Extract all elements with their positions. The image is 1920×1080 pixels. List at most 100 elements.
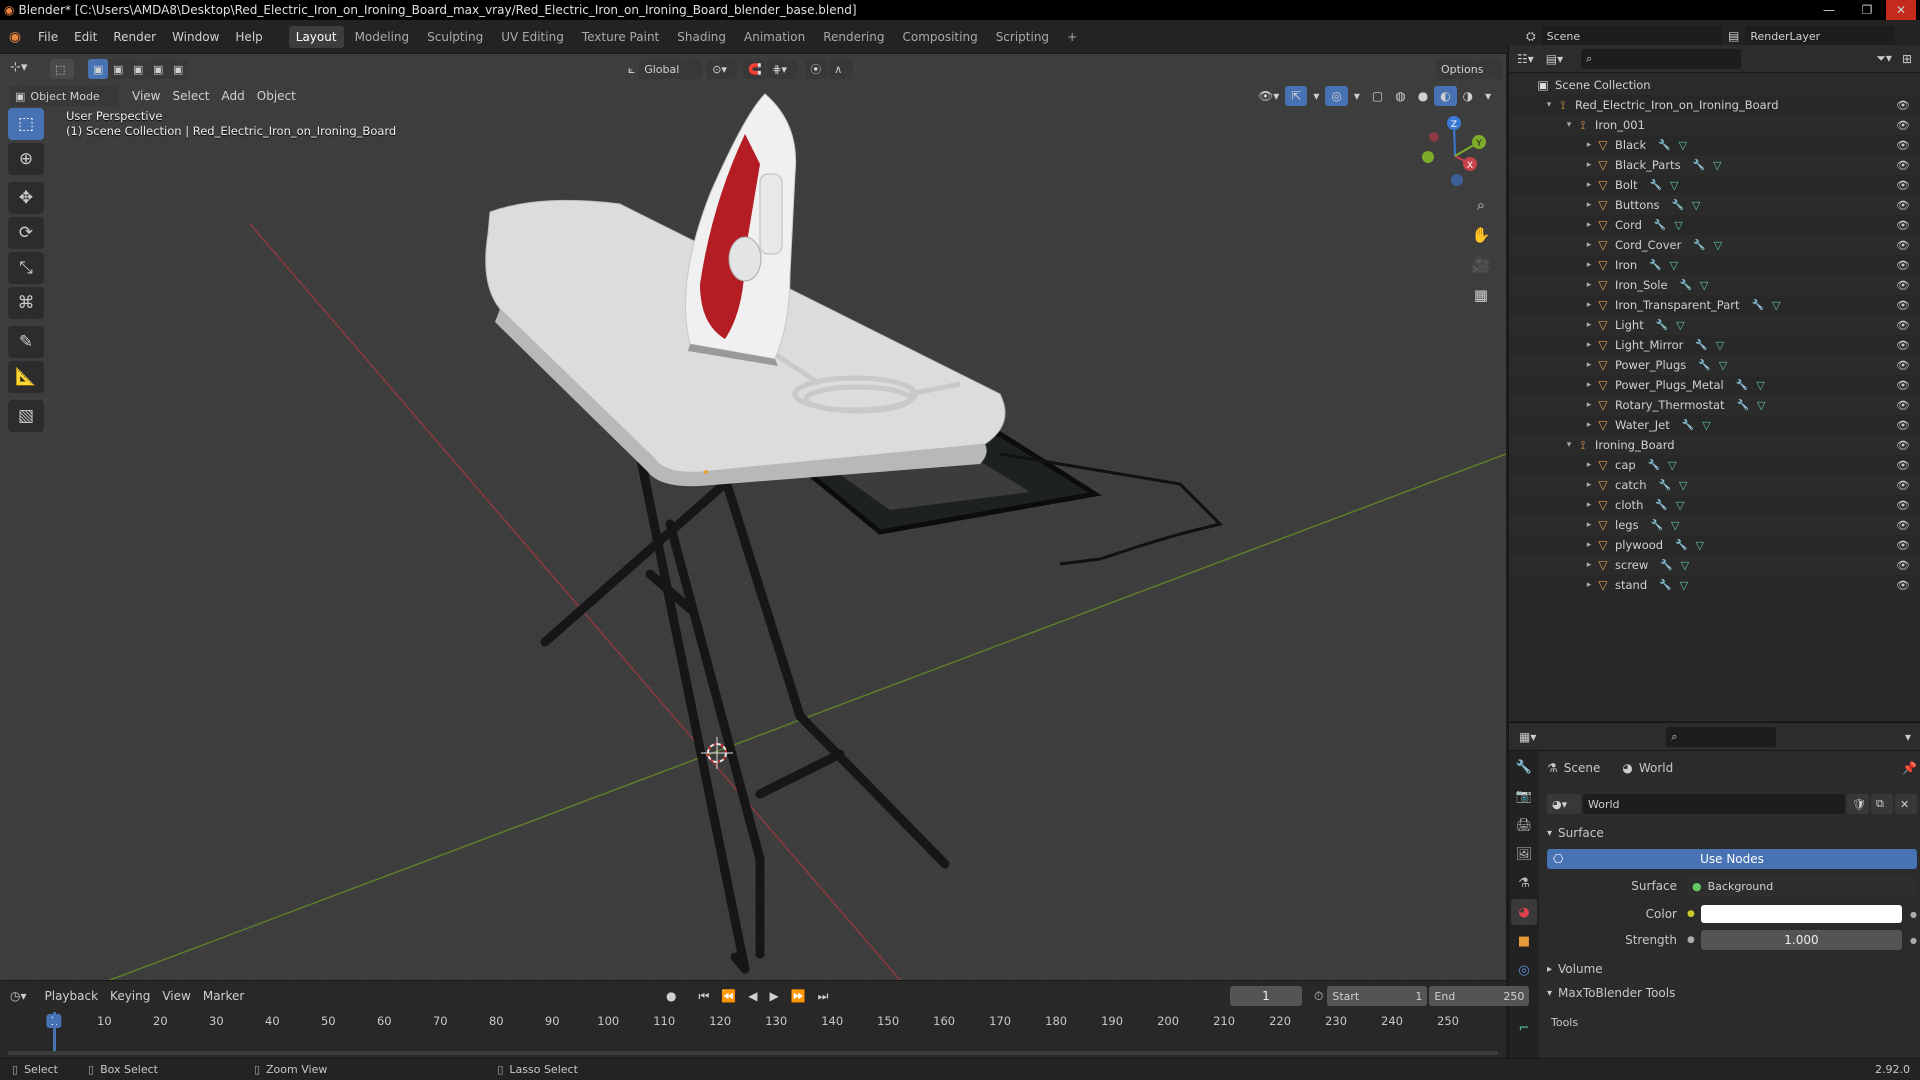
maxtoblender-panel-header[interactable]: ▾ MaxToBlender Tools [1547,983,1917,1003]
mesh-data-icon[interactable]: ▽ [1713,159,1725,172]
outliner-expand-icon[interactable]: ▸ [1583,160,1595,170]
tab-texture-paint[interactable]: Texture Paint [575,26,666,48]
outliner-item[interactable]: ▸ ▽ Power_Plugs_Metal 🔧 ▽ 👁 [1509,375,1920,395]
visibility-eye-icon[interactable]: 👁 [1896,99,1910,112]
physics-tab-icon[interactable]: ◎ [1511,957,1537,983]
filter-icon[interactable]: ⏷▾ [1876,51,1892,66]
menu-edit[interactable]: Edit [66,20,105,54]
gizmo-toggle-icon[interactable]: ⇱ [1285,86,1308,106]
visibility-eye-icon[interactable]: 👁 [1896,279,1910,292]
outliner-expand-icon[interactable]: ▸ [1583,520,1595,530]
outliner-item[interactable]: ▸ ▽ Black_Parts 🔧 ▽ 👁 [1509,155,1920,175]
color-swatch[interactable] [1700,905,1903,923]
modifier-wrench-icon[interactable]: 🔧 [1648,460,1664,471]
keyframe-dot-icon[interactable]: ● [1910,910,1917,919]
tab-animation[interactable]: Animation [737,26,812,48]
mode-new-selection-icon[interactable]: ▣ [88,59,108,79]
mesh-data-icon[interactable]: ▽ [1719,359,1731,372]
mesh-data-icon[interactable]: ▽ [1679,479,1691,492]
maximize-button[interactable]: ❐ [1852,0,1882,20]
outliner-expand-icon[interactable]: ▾ [1563,120,1575,130]
snap-target-icon[interactable]: ⋕▾ [767,59,798,79]
outliner-expand-icon[interactable]: ▸ [1583,560,1595,570]
pin-icon[interactable]: 📌 [1902,761,1917,775]
mesh-data-icon[interactable]: ▽ [1702,419,1714,432]
modifier-wrench-icon[interactable]: 🔧 [1682,420,1698,431]
visibility-eye-icon[interactable]: 👁 [1896,239,1910,252]
snap-icon[interactable]: 🧲 [743,59,766,79]
outliner-item[interactable]: ▸ ▽ stand 🔧 ▽ 👁 [1509,575,1920,595]
mesh-data-icon[interactable]: ▽ [1676,499,1688,512]
visibility-eye-icon[interactable]: 👁 [1896,179,1910,192]
outliner-item[interactable]: ▸ ▽ Iron_Transparent_Part 🔧 ▽ 👁 [1509,295,1920,315]
mesh-data-icon[interactable]: ▽ [1696,539,1708,552]
modifier-wrench-icon[interactable]: 🔧 [1736,380,1752,391]
modifier-wrench-icon[interactable]: 🔧 [1675,540,1691,551]
properties-options-icon[interactable]: ▾ [1905,730,1911,744]
world-tab-icon[interactable]: ◕ [1511,899,1537,925]
viewport-menu-view[interactable]: View [126,86,166,106]
view-layer-tab-icon[interactable]: 🖼 [1511,841,1537,867]
outliner-expand-icon[interactable]: ▸ [1583,260,1595,270]
outliner-expand-icon[interactable]: ▸ [1583,540,1595,550]
outliner-expand-icon[interactable]: ▸ [1583,140,1595,150]
transform-icon[interactable]: ⌘ [8,287,44,319]
surface-panel-header[interactable]: ▾ Surface [1547,821,1917,845]
mesh-data-icon[interactable]: ▽ [1670,259,1682,272]
tab-uv-editing[interactable]: UV Editing [494,26,571,48]
viewport-menu-object[interactable]: Object [251,86,302,106]
wireframe-shading-icon[interactable]: ◍ [1389,86,1411,106]
mesh-data-icon[interactable]: ▽ [1679,139,1691,152]
tab-scripting[interactable]: Scripting [989,26,1056,48]
modifier-wrench-icon[interactable]: 🔧 [1695,340,1711,351]
shading-dropdown-icon[interactable]: ▾ [1479,86,1497,106]
grid-perspective-icon[interactable]: ▦ [1468,282,1494,308]
minimize-button[interactable]: — [1814,0,1844,20]
modifier-wrench-icon[interactable]: 🔧 [1659,580,1675,591]
timeline-scrollbar[interactable] [8,1051,1498,1055]
outliner-item[interactable]: ▸ ▽ legs 🔧 ▽ 👁 [1509,515,1920,535]
surface-shader-field[interactable]: ● Background [1687,876,1917,896]
render-layer-selector[interactable]: ▤ RenderLayer [1728,26,1896,46]
outliner-item[interactable]: ▸ ▽ Light_Mirror 🔧 ▽ 👁 [1509,335,1920,355]
options-dropdown[interactable]: Options [1436,59,1502,79]
modifier-wrench-icon[interactable]: 🔧 [1654,220,1670,231]
visibility-eye-icon[interactable]: 👁 [1896,499,1910,512]
viewport-menu-select[interactable]: Select [166,86,215,106]
overlay-dropdown-icon[interactable]: ▾ [1348,86,1366,106]
data-tab-icon[interactable]: ⌐ [1511,1015,1537,1041]
object-mode-dropdown[interactable]: ▣ Object Mode [10,86,118,106]
add-cube-icon[interactable]: ▧ [8,400,44,432]
menu-help[interactable]: Help [227,20,270,54]
scene-selector[interactable]: ⛭ Scene [1526,26,1722,46]
mesh-data-icon[interactable]: ▽ [1674,219,1686,232]
properties-search-input[interactable]: ⌕ [1666,726,1777,747]
modifier-wrench-icon[interactable]: 🔧 [1656,320,1672,331]
new-collection-icon[interactable]: ⊞ [1902,52,1912,66]
falloff-icon[interactable]: ∧ [829,59,854,79]
tool-tab-icon[interactable]: 🔧 [1511,754,1537,780]
mesh-data-icon[interactable]: ▽ [1680,579,1692,592]
annotate-icon[interactable]: ✎ [8,326,44,358]
modifier-wrench-icon[interactable]: 🔧 [1751,300,1767,311]
editor-type-menu[interactable]: ⊹▾ [10,60,27,75]
outliner-item[interactable]: ▸ ▽ Rotary_Thermostat 🔧 ▽ 👁 [1509,395,1920,415]
mesh-data-icon[interactable]: ▽ [1692,199,1704,212]
gizmo-dropdown-icon[interactable]: ▾ [1307,86,1325,106]
outliner-expand-icon[interactable]: ▸ [1583,500,1595,510]
mesh-data-icon[interactable]: ▽ [1772,299,1784,312]
outliner-expand-icon[interactable]: ▸ [1583,360,1595,370]
close-window-button[interactable]: ✕ [1886,0,1916,20]
world-name-field[interactable]: World [1583,794,1845,814]
outliner-expand-icon[interactable]: ▸ [1583,320,1595,330]
mode-intersect-selection-icon[interactable]: ▣ [168,59,188,79]
proportional-edit-icon[interactable]: ⦿ [805,59,828,79]
outliner-item[interactable]: ▣ Scene Collection [1509,75,1920,95]
mesh-data-icon[interactable]: ▽ [1757,399,1769,412]
visibility-eye-icon[interactable]: 👁 [1896,579,1910,592]
tab-sculpting[interactable]: Sculpting [420,26,490,48]
mesh-data-icon[interactable]: ▽ [1700,279,1712,292]
visibility-eye-icon[interactable]: 👁 [1896,339,1910,352]
outliner-item[interactable]: ▸ ▽ screw 🔧 ▽ 👁 [1509,555,1920,575]
select-tool-icon[interactable]: ⬚ [50,59,74,79]
